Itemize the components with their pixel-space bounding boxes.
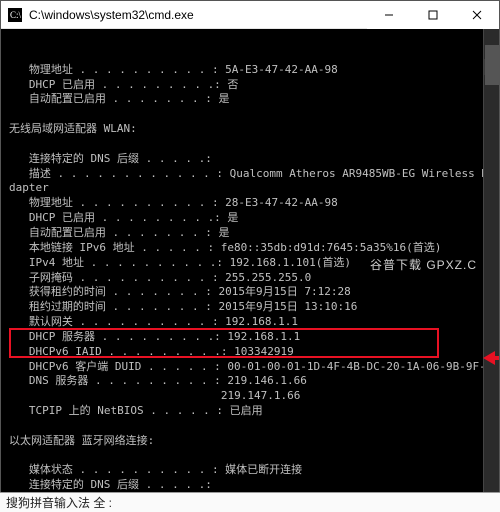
output-line [9,419,491,434]
cmd-icon: C:\ [7,7,23,23]
output-line: 本地链接 IPv6 地址 . . . . . : fe80::35db:d91d… [9,241,491,256]
maximize-button[interactable] [411,1,455,29]
ime-status-bar[interactable]: 搜狗拼音输入法 全 : [0,492,500,512]
scrollbar[interactable]: ▲ ▼ [483,29,499,511]
output-line: dapter [9,181,491,196]
output-line: 获得租约的时间 . . . . . . . : 2015年9月15日 7:12:… [9,285,491,300]
window-controls [367,1,499,29]
output-line: 以太网适配器 蓝牙网络连接: [9,434,491,449]
minimize-button[interactable] [367,1,411,29]
output-line: DHCP 已启用 . . . . . . . . .: 是 [9,211,491,226]
output-line: 物理地址 . . . . . . . . . . : 28-E3-47-42-A… [9,196,491,211]
close-button[interactable] [455,1,499,29]
output-line: IPv4 地址 . . . . . . . . . .: 192.168.1.1… [9,256,491,271]
output-line: TCPIP 上的 NetBIOS . . . . . : 已启用 [9,404,491,419]
window-title: C:\windows\system32\cmd.exe [29,8,367,22]
output-line: 自动配置已启用 . . . . . . . : 是 [9,92,491,107]
scroll-thumb[interactable] [485,45,499,85]
output-line [9,137,491,152]
output-line: 219.147.1.66 [9,389,491,404]
output-line: 自动配置已启用 . . . . . . . : 是 [9,226,491,241]
output-line: 租约过期的时间 . . . . . . . : 2015年9月15日 13:10… [9,300,491,315]
output-line: 连接特定的 DNS 后缀 . . . . .: [9,152,491,167]
output-line: 连接特定的 DNS 后缀 . . . . .: [9,478,491,493]
cmd-window: C:\ C:\windows\system32\cmd.exe 物理地址 . .… [0,0,500,512]
titlebar: C:\ C:\windows\system32\cmd.exe [1,1,499,29]
output-line: 描述 . . . . . . . . . . . . : Qualcomm At… [9,167,491,182]
output-line: DHCPv6 IAID . . . . . . . . .: 103342919 [9,345,491,360]
output-line: 物理地址 . . . . . . . . . . : 5A-E3-47-42-A… [9,63,491,78]
terminal-output[interactable]: 物理地址 . . . . . . . . . . : 5A-E3-47-42-A… [1,29,499,511]
output-line: 默认网关 . . . . . . . . . . : 192.168.1.1 [9,315,491,330]
output-line: DHCP 服务器 . . . . . . . . .: 192.168.1.1 [9,330,491,345]
output-line: DNS 服务器 . . . . . . . . . : 219.146.1.66 [9,374,491,389]
output-line: DHCPv6 客户端 DUID . . . . . : 00-01-00-01-… [9,360,491,375]
output-line: 无线局域网适配器 WLAN: [9,122,491,137]
svg-text:C:\: C:\ [10,10,22,20]
output-line [9,107,491,122]
output-line: 子网掩码 . . . . . . . . . . : 255.255.255.0 [9,271,491,286]
output-line: 媒体状态 . . . . . . . . . . : 媒体已断开连接 [9,463,491,478]
output-line: DHCP 已启用 . . . . . . . . .: 否 [9,78,491,93]
output-line [9,449,491,464]
